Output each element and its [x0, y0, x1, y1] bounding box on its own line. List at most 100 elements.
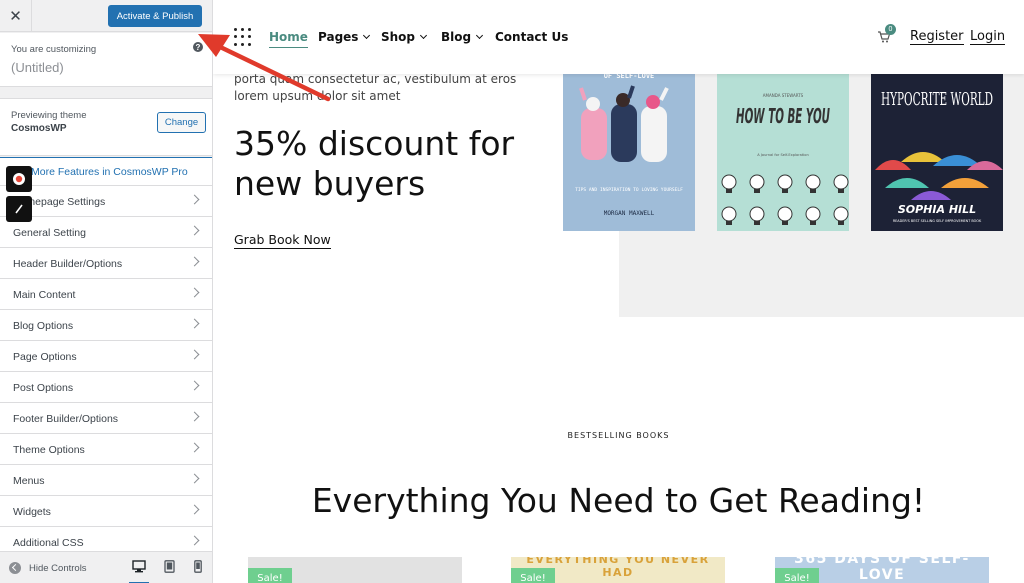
desktop-preview-button[interactable]	[129, 560, 149, 583]
chevron-right-icon	[189, 411, 200, 422]
site-header: Home Pages Shop Blog Contact Us 0 Regist…	[213, 0, 1024, 74]
mobile-icon	[194, 560, 202, 573]
pencil-icon[interactable]	[6, 196, 32, 222]
close-icon: ✕	[9, 8, 22, 25]
menu-item-menus[interactable]: Menus	[0, 465, 212, 496]
book-subtitle: TIPS AND INSPIRATION TO LOVING YOURSELF	[575, 187, 683, 193]
chevron-right-icon	[189, 442, 200, 453]
book-subtitle: READER'S BEST SELLING SELF IMPROVEMENT B…	[893, 219, 982, 223]
book-author: SOPHIA HILL	[898, 203, 976, 216]
nav-label: Shop	[381, 30, 416, 44]
menu-item-label: Footer Builder/Options	[13, 413, 119, 425]
hide-controls-button[interactable]: Hide Controls	[9, 562, 87, 574]
nav-label: Home	[269, 30, 308, 44]
chevron-right-icon	[189, 194, 200, 205]
menu-item-general-setting[interactable]: General Setting	[0, 217, 212, 248]
chevron-down-icon	[363, 31, 371, 40]
nav-blog[interactable]: Blog	[441, 30, 484, 44]
hero-promo-text: porta quam consectetur ac, vestibulum at…	[234, 72, 517, 103]
book-author: AMANDA STEWARTS	[763, 93, 804, 98]
nav-pages[interactable]: Pages	[318, 30, 371, 44]
book-cover-self-love[interactable]: OF SELF-LOVE TIPS AND INSPIRATION TO LOV…	[563, 70, 695, 231]
chevron-right-icon	[189, 256, 200, 267]
hero-title: 35% discount for new buyers	[234, 124, 515, 203]
bestselling-label: BESTSELLING BOOKS	[567, 431, 670, 440]
menu-item-label: Page Options	[13, 351, 77, 363]
menu-item-widgets[interactable]: Widgets	[0, 496, 212, 527]
customizer-footer: Hide Controls	[0, 551, 212, 583]
nav-home[interactable]: Home	[269, 30, 308, 48]
menu-item-label: Main Content	[13, 289, 76, 301]
theme-name: CosmosWP	[11, 123, 67, 134]
book-cover-how-to-be-you[interactable]: AMANDA STEWARTS HOW TO BE YOU A Journal …	[717, 70, 849, 231]
record-icon[interactable]	[6, 166, 32, 192]
customizer-menu: Homepage Settings General Setting Header…	[0, 186, 212, 558]
nav-label: Blog	[441, 30, 472, 44]
chevron-right-icon	[189, 225, 200, 236]
grid-menu-icon[interactable]	[234, 28, 252, 46]
menu-item-label: Additional CSS	[13, 537, 84, 549]
help-icon[interactable]: ?	[193, 42, 203, 52]
menu-item-label: Blog Options	[13, 320, 74, 332]
menu-item-label: Widgets	[13, 506, 51, 518]
menu-item-page-options[interactable]: Page Options	[0, 341, 212, 372]
sale-badge: Sale!	[511, 568, 555, 583]
menu-item-label: Post Options	[13, 382, 74, 394]
chevron-right-icon	[189, 287, 200, 298]
site-preview: porta quam consectetur ac, vestibulum at…	[213, 0, 1024, 583]
menu-item-label: Header Builder/Options	[13, 258, 123, 270]
tablet-icon	[163, 560, 175, 573]
menu-item-main-content[interactable]: Main Content	[0, 279, 212, 310]
book-title-text: HYPOCRITE WORLD	[881, 89, 993, 110]
menu-item-header-builder[interactable]: Header Builder/Options	[0, 248, 212, 279]
menu-item-footer-builder[interactable]: Footer Builder/Options	[0, 403, 212, 434]
product-card[interactable]: 365 DAYS OF SELF-LOVE Sale!	[775, 557, 989, 583]
menu-item-label: Menus	[13, 475, 45, 487]
nav-label: Contact Us	[495, 30, 569, 44]
chevron-down-icon	[419, 31, 428, 40]
collapse-icon	[9, 562, 21, 574]
tablet-preview-button[interactable]	[162, 560, 176, 576]
menu-item-label: General Setting	[13, 227, 86, 239]
cart-button[interactable]: 0	[877, 24, 896, 46]
nav-label: Pages	[318, 30, 359, 44]
grab-book-link[interactable]: Grab Book Now	[234, 232, 331, 249]
book-subtitle: A Journal for Self-Exploration	[757, 153, 809, 157]
chevron-right-icon	[189, 504, 200, 515]
cart-count-badge: 0	[885, 24, 896, 35]
chevron-down-icon	[476, 31, 484, 40]
nav-contact[interactable]: Contact Us	[495, 30, 568, 44]
book-title-text: HOW TO BE YOU	[736, 104, 830, 128]
sale-badge: Sale!	[248, 568, 292, 583]
customizer-header: ✕ Activate & Publish	[0, 0, 212, 32]
hide-controls-label: Hide Controls	[29, 562, 87, 574]
menu-item-label: Theme Options	[13, 444, 85, 456]
chevron-right-icon	[189, 535, 200, 546]
theme-info: Previewing theme CosmosWP Change	[0, 98, 212, 156]
login-link[interactable]: Login	[970, 29, 1006, 45]
chevron-right-icon	[189, 318, 200, 329]
product-card[interactable]: Sale!	[248, 557, 462, 583]
book-cover-hypocrite-world[interactable]: HYPOCRITE WORLD SOPHIA HILL READER'S BES…	[871, 70, 1003, 231]
site-title: (Untitled)	[11, 60, 64, 75]
mobile-preview-button[interactable]	[191, 560, 205, 576]
chevron-right-icon	[189, 380, 200, 391]
activate-publish-button[interactable]: Activate & Publish	[108, 5, 202, 27]
customizing-info: You are customizing (Untitled) ?	[0, 33, 212, 87]
chevron-right-icon	[189, 349, 200, 360]
pro-features-label: More Features in CosmosWP Pro	[31, 166, 188, 178]
product-card[interactable]: EVERYTHING YOU NEVER HAD Sale!	[511, 557, 725, 583]
nav-shop[interactable]: Shop	[381, 30, 428, 44]
customizing-label: You are customizing	[11, 44, 97, 55]
desktop-icon	[132, 560, 146, 573]
change-theme-button[interactable]: Change	[157, 112, 206, 133]
section-title: Everything You Need to Get Reading!	[311, 481, 926, 520]
close-customizer-button[interactable]: ✕	[0, 0, 32, 32]
register-link[interactable]: Register	[910, 29, 964, 45]
chevron-right-icon	[189, 473, 200, 484]
menu-item-post-options[interactable]: Post Options	[0, 372, 212, 403]
book-author: MORGAN MAXWELL	[604, 210, 655, 217]
menu-item-blog-options[interactable]: Blog Options	[0, 310, 212, 341]
sale-badge: Sale!	[775, 568, 819, 583]
menu-item-theme-options[interactable]: Theme Options	[0, 434, 212, 465]
